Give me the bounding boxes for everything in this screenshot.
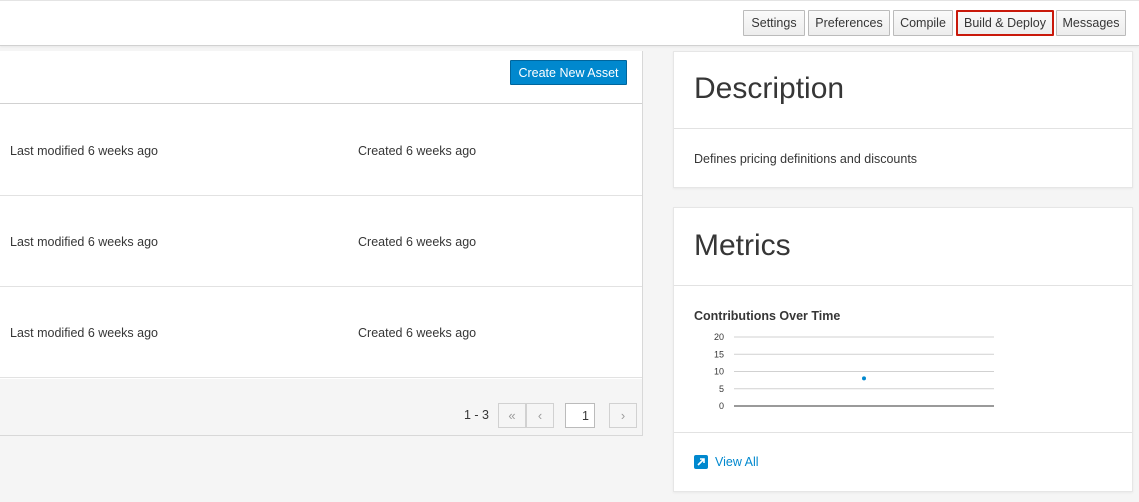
y-tick-label: 10 (714, 367, 724, 377)
double-chevron-left-icon: « (508, 408, 516, 423)
prev-page-button[interactable]: ‹ (526, 403, 554, 428)
compile-button[interactable]: Compile (893, 10, 953, 36)
first-page-button[interactable]: « (498, 403, 526, 428)
messages-button[interactable]: Messages (1056, 10, 1126, 36)
created-text: Created 6 weeks ago (358, 144, 477, 158)
asset-list-header: Create New Asset (0, 51, 642, 104)
y-tick-label: 0 (719, 401, 724, 411)
last-modified-text: Last modified 6 weeks ago (10, 326, 159, 340)
card-divider (674, 128, 1132, 129)
contributions-chart: 0 5 10 15 20 (714, 332, 994, 411)
asset-list-panel: Create New Asset Last modified 6 weeks a… (0, 51, 643, 436)
chevron-right-icon: › (620, 408, 626, 423)
description-text: Defines pricing definitions and discount… (694, 152, 918, 166)
asset-row[interactable]: Last modified 6 weeks ago Created 6 week… (0, 287, 642, 378)
page-range: 1 - 3 (464, 408, 490, 422)
next-page-button[interactable]: › (609, 403, 637, 428)
asset-row[interactable]: Last modified 6 weeks ago Created 6 week… (0, 105, 642, 196)
data-point[interactable] (862, 376, 866, 381)
external-link-icon (694, 455, 708, 469)
settings-button[interactable]: Settings (743, 10, 805, 36)
description-card: Description Defines pricing definitions … (673, 51, 1133, 188)
last-modified-text: Last modified 6 weeks ago (10, 235, 159, 249)
y-tick-label: 5 (719, 384, 724, 394)
create-new-asset-button[interactable]: Create New Asset (510, 60, 627, 85)
top-toolbar: Settings Preferences Compile Build & Dep… (0, 0, 1139, 46)
description-title: Description (694, 72, 845, 105)
chevron-left-icon: ‹ (537, 408, 543, 423)
asset-row[interactable]: Last modified 6 weeks ago Created 6 week… (0, 196, 642, 287)
y-tick-label: 15 (714, 349, 724, 359)
chart-title: Contributions Over Time (694, 309, 841, 323)
metrics-title: Metrics (694, 229, 791, 262)
preferences-button[interactable]: Preferences (808, 10, 890, 36)
pagination-bar: 1 - 3 « ‹ › (0, 379, 642, 435)
card-divider (674, 285, 1132, 286)
view-all-label: View All (715, 455, 759, 469)
metrics-card: Metrics Contributions Over Time 0 5 10 15 20… (673, 207, 1133, 492)
created-text: Created 6 weeks ago (358, 326, 477, 340)
page-number-input[interactable] (565, 403, 595, 428)
view-all-link[interactable]: View All (694, 455, 759, 469)
build-deploy-button[interactable]: Build & Deploy (956, 10, 1054, 36)
last-modified-text: Last modified 6 weeks ago (10, 144, 159, 158)
card-divider (674, 432, 1132, 433)
y-tick-label: 20 (714, 332, 724, 342)
created-text: Created 6 weeks ago (358, 235, 477, 249)
